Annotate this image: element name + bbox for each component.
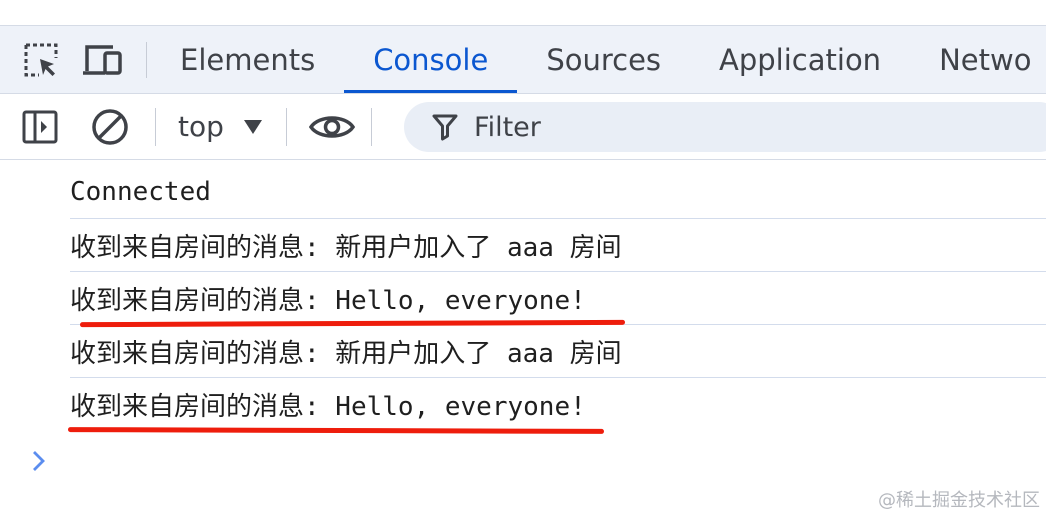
- caret-down-icon: [243, 119, 262, 134]
- sidebar-toggle-icon[interactable]: [15, 102, 65, 152]
- live-expression-eye-icon[interactable]: [307, 102, 357, 152]
- console-message: 收到来自房间的消息: 新用户加入了 aaa 房间: [70, 325, 1046, 378]
- toolbar-divider: [370, 107, 372, 146]
- tab-elements[interactable]: Elements: [151, 26, 344, 93]
- filter-funnel-icon: [432, 114, 458, 141]
- clear-console-icon[interactable]: [85, 102, 135, 152]
- tab-console[interactable]: Console: [344, 26, 518, 93]
- console-message: 收到来自房间的消息: Hello, everyone!: [70, 392, 586, 422]
- context-selector-value: top: [178, 110, 224, 143]
- filter-input[interactable]: [474, 111, 874, 143]
- context-selector[interactable]: top: [178, 110, 262, 143]
- watermark: @稀土掘金技术社区: [878, 490, 1040, 511]
- toolbar-divider: [285, 107, 287, 146]
- device-toolbar-icon[interactable]: [78, 26, 128, 94]
- tab-bar-divider: [146, 41, 147, 78]
- devtools-window: Elements Console Sources Application Net…: [0, 0, 1046, 518]
- annotation-underline: [67, 427, 605, 434]
- console-prompt-chevron-icon[interactable]: [26, 448, 52, 474]
- toolbar-divider: [155, 107, 156, 146]
- filter-box[interactable]: [404, 102, 1046, 152]
- console-message: 收到来自房间的消息: 新用户加入了 aaa 房间: [70, 219, 1046, 272]
- tab-application[interactable]: Application: [690, 26, 910, 93]
- tab-sources[interactable]: Sources: [517, 26, 690, 93]
- console-toolbar: top: [0, 93, 1046, 160]
- tab-network[interactable]: Netwo: [910, 26, 1031, 93]
- inspect-element-icon[interactable]: [16, 26, 66, 94]
- devtools-tab-bar: Elements Console Sources Application Net…: [0, 25, 1046, 93]
- console-messages: Connected 收到来自房间的消息: 新用户加入了 aaa 房间 收到来自房…: [0, 166, 1046, 431]
- console-message: 收到来自房间的消息: Hello, everyone!: [70, 272, 1046, 325]
- console-message: Connected: [70, 166, 1046, 219]
